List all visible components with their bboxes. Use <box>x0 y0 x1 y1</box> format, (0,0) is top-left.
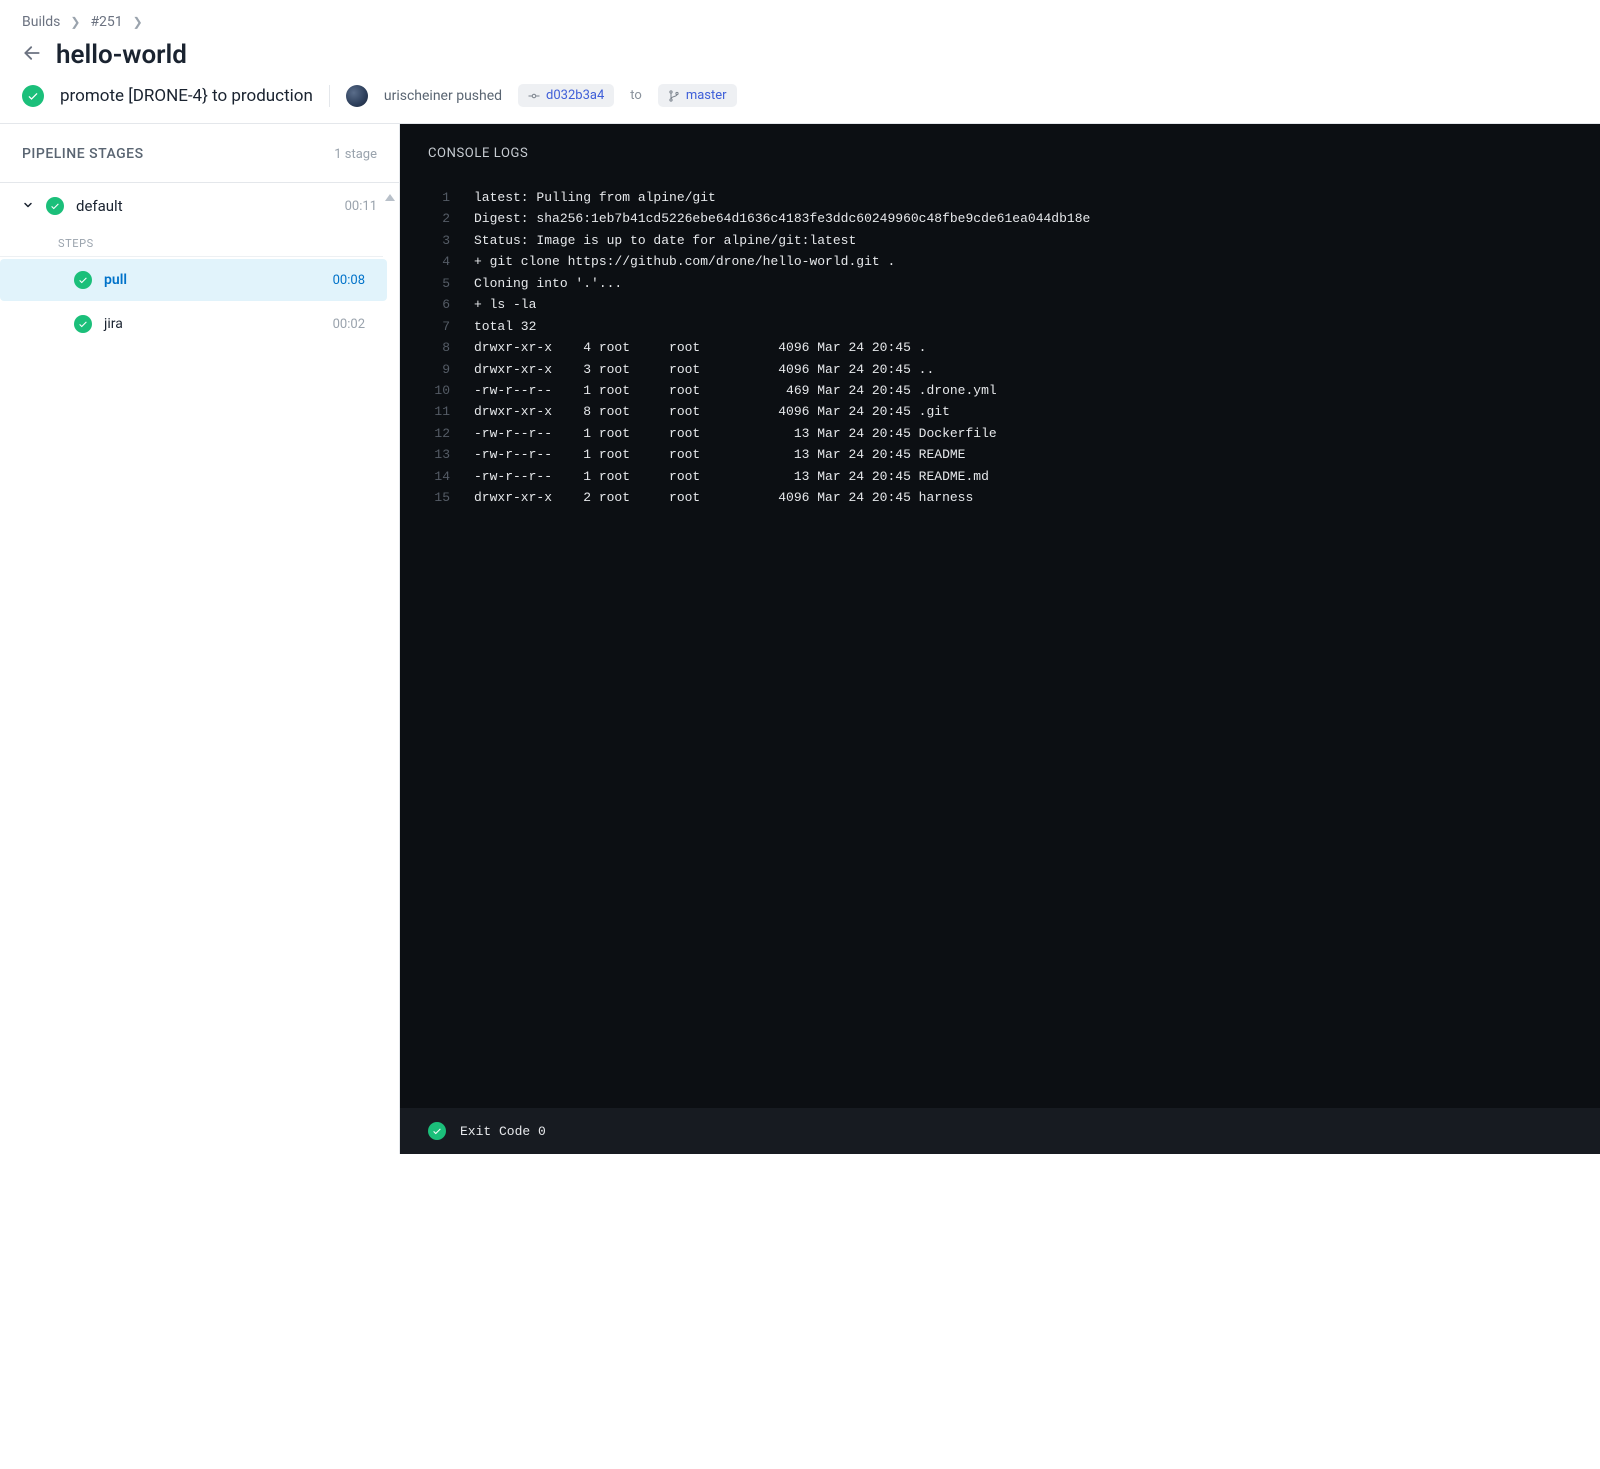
log-line: 10 -rw-r--r-- 1 root root 469 Mar 24 20:4… <box>428 380 1572 401</box>
log-line-number: 8 <box>428 337 450 358</box>
console-pane: CONSOLE LOGS 1 latest: Pulling from alpin… <box>400 124 1600 1154</box>
status-success-icon <box>74 315 92 333</box>
commit-icon <box>528 90 540 102</box>
log-line: 3 Status: Image is up to date for alpine/… <box>428 230 1572 251</box>
log-line-number: 1 <box>428 187 450 208</box>
log-line-number: 11 <box>428 401 450 422</box>
step-duration: 00:08 <box>333 273 365 288</box>
step-row-jira[interactable]: jira 00:02 <box>0 303 387 345</box>
chevron-right-icon: ❯ <box>70 15 80 29</box>
log-line-number: 6 <box>428 294 450 315</box>
status-success-icon <box>74 271 92 289</box>
log-line-number: 12 <box>428 423 450 444</box>
log-line-number: 2 <box>428 208 450 229</box>
log-line-text: -rw-r--r-- 1 root root 13 Mar 24 20:45 R… <box>474 444 1572 465</box>
commit-hash: d032b3a4 <box>546 88 604 103</box>
log-line-text: -rw-r--r-- 1 root root 13 Mar 24 20:45 D… <box>474 423 1572 444</box>
log-line-number: 9 <box>428 359 450 380</box>
log-line-text: + ls -la <box>474 294 1572 315</box>
console-header: CONSOLE LOGS <box>400 124 1600 179</box>
status-success-icon <box>22 85 44 107</box>
chevron-right-icon: ❯ <box>133 15 143 29</box>
log-line-number: 10 <box>428 380 450 401</box>
log-line-number: 3 <box>428 230 450 251</box>
branch-pill[interactable]: master <box>658 84 737 107</box>
breadcrumb-build-id[interactable]: #251 <box>90 14 122 30</box>
log-line-number: 13 <box>428 444 450 465</box>
status-success-icon <box>46 197 64 215</box>
stage-row-default[interactable]: default 00:11 <box>0 183 399 229</box>
page-title: hello-world <box>56 40 187 70</box>
log-line: 15 drwxr-xr-x 2 root root 4096 Mar 24 20:… <box>428 487 1572 508</box>
log-line-number: 5 <box>428 273 450 294</box>
steps-label: STEPS <box>0 229 383 257</box>
step-name: jira <box>104 316 321 332</box>
log-line-text: drwxr-xr-x 2 root root 4096 Mar 24 20:45… <box>474 487 1572 508</box>
back-arrow-icon[interactable] <box>22 43 42 68</box>
console-footer: Exit Code 0 <box>400 1108 1600 1154</box>
log-line: 14 -rw-r--r-- 1 root root 13 Mar 24 20:45… <box>428 466 1572 487</box>
log-line: 4 + git clone https://github.com/drone/he… <box>428 251 1572 272</box>
commit-pill[interactable]: d032b3a4 <box>518 84 614 107</box>
log-line-number: 14 <box>428 466 450 487</box>
step-name: pull <box>104 272 321 288</box>
log-line-text: drwxr-xr-x 8 root root 4096 Mar 24 20:45… <box>474 401 1572 422</box>
pipeline-header-label: PIPELINE STAGES <box>22 146 144 162</box>
log-line: 1 latest: Pulling from alpine/git <box>428 187 1572 208</box>
log-line: 6 + ls -la <box>428 294 1572 315</box>
log-line-text: Digest: sha256:1eb7b41cd5226ebe64d1636c4… <box>474 208 1572 229</box>
log-line-text: drwxr-xr-x 4 root root 4096 Mar 24 20:45… <box>474 337 1572 358</box>
log-line-text: drwxr-xr-x 3 root root 4096 Mar 24 20:45… <box>474 359 1572 380</box>
status-success-icon <box>428 1122 446 1140</box>
log-line: 9 drwxr-xr-x 3 root root 4096 Mar 24 20:4… <box>428 359 1572 380</box>
pipeline-header: PIPELINE STAGES 1 stage <box>0 124 399 183</box>
stage-duration: 00:11 <box>345 199 377 214</box>
log-line: 5 Cloning into '.'... <box>428 273 1572 294</box>
log-line-text: latest: Pulling from alpine/git <box>474 187 1572 208</box>
title-row: hello-world <box>0 36 1600 80</box>
log-line-text: Cloning into '.'... <box>474 273 1572 294</box>
log-line: 11 drwxr-xr-x 8 root root 4096 Mar 24 20:… <box>428 401 1572 422</box>
log-area[interactable]: 1 latest: Pulling from alpine/git 2 Digest:… <box>400 179 1600 1108</box>
step-row-pull[interactable]: pull 00:08 <box>0 259 387 301</box>
breadcrumb: Builds ❯ #251 ❯ <box>0 0 1600 36</box>
chevron-down-icon <box>22 199 34 214</box>
log-line: 7 total 32 <box>428 316 1572 337</box>
log-line-text: -rw-r--r-- 1 root root 469 Mar 24 20:45 … <box>474 380 1572 401</box>
step-duration: 00:02 <box>333 317 365 332</box>
log-line-number: 4 <box>428 251 450 272</box>
promote-text: promote [DRONE-4} to production <box>60 86 313 106</box>
stage-name: default <box>76 197 333 215</box>
pipeline-stage-count: 1 stage <box>334 147 377 162</box>
exit-code-label: Exit Code 0 <box>460 1124 546 1139</box>
log-line-text: -rw-r--r-- 1 root root 13 Mar 24 20:45 R… <box>474 466 1572 487</box>
branch-icon <box>668 90 680 102</box>
pipeline-pane: PIPELINE STAGES 1 stage default 00:11 ST… <box>0 124 400 1154</box>
divider <box>329 85 330 107</box>
log-line-text: Status: Image is up to date for alpine/g… <box>474 230 1572 251</box>
breadcrumb-root[interactable]: Builds <box>22 14 60 30</box>
log-line-text: + git clone https://github.com/drone/hel… <box>474 251 1572 272</box>
log-line-number: 15 <box>428 487 450 508</box>
avatar <box>346 85 368 107</box>
actor-text: urischeiner pushed <box>384 88 502 104</box>
subheader: promote [DRONE-4} to production urischei… <box>0 80 1600 124</box>
branch-name: master <box>686 88 727 103</box>
scroll-up-icon[interactable] <box>385 194 395 201</box>
log-line: 2 Digest: sha256:1eb7b41cd5226ebe64d1636c… <box>428 208 1572 229</box>
to-label: to <box>630 88 642 103</box>
log-line: 12 -rw-r--r-- 1 root root 13 Mar 24 20:45… <box>428 423 1572 444</box>
log-line: 13 -rw-r--r-- 1 root root 13 Mar 24 20:45… <box>428 444 1572 465</box>
log-line-number: 7 <box>428 316 450 337</box>
log-line-text: total 32 <box>474 316 1572 337</box>
log-line: 8 drwxr-xr-x 4 root root 4096 Mar 24 20:4… <box>428 337 1572 358</box>
